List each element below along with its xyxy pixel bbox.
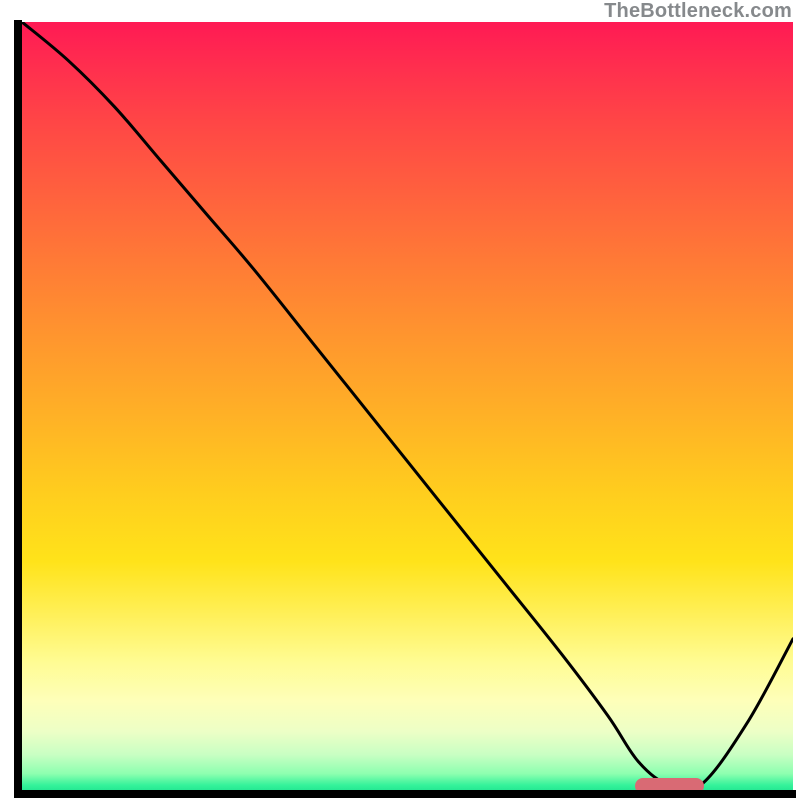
x-axis [14, 790, 796, 798]
chart-frame: TheBottleneck.com [0, 0, 800, 800]
watermark-text: TheBottleneck.com [604, 0, 792, 23]
plot-area [22, 22, 793, 793]
bottleneck-curve [22, 22, 793, 793]
y-axis [14, 20, 22, 796]
